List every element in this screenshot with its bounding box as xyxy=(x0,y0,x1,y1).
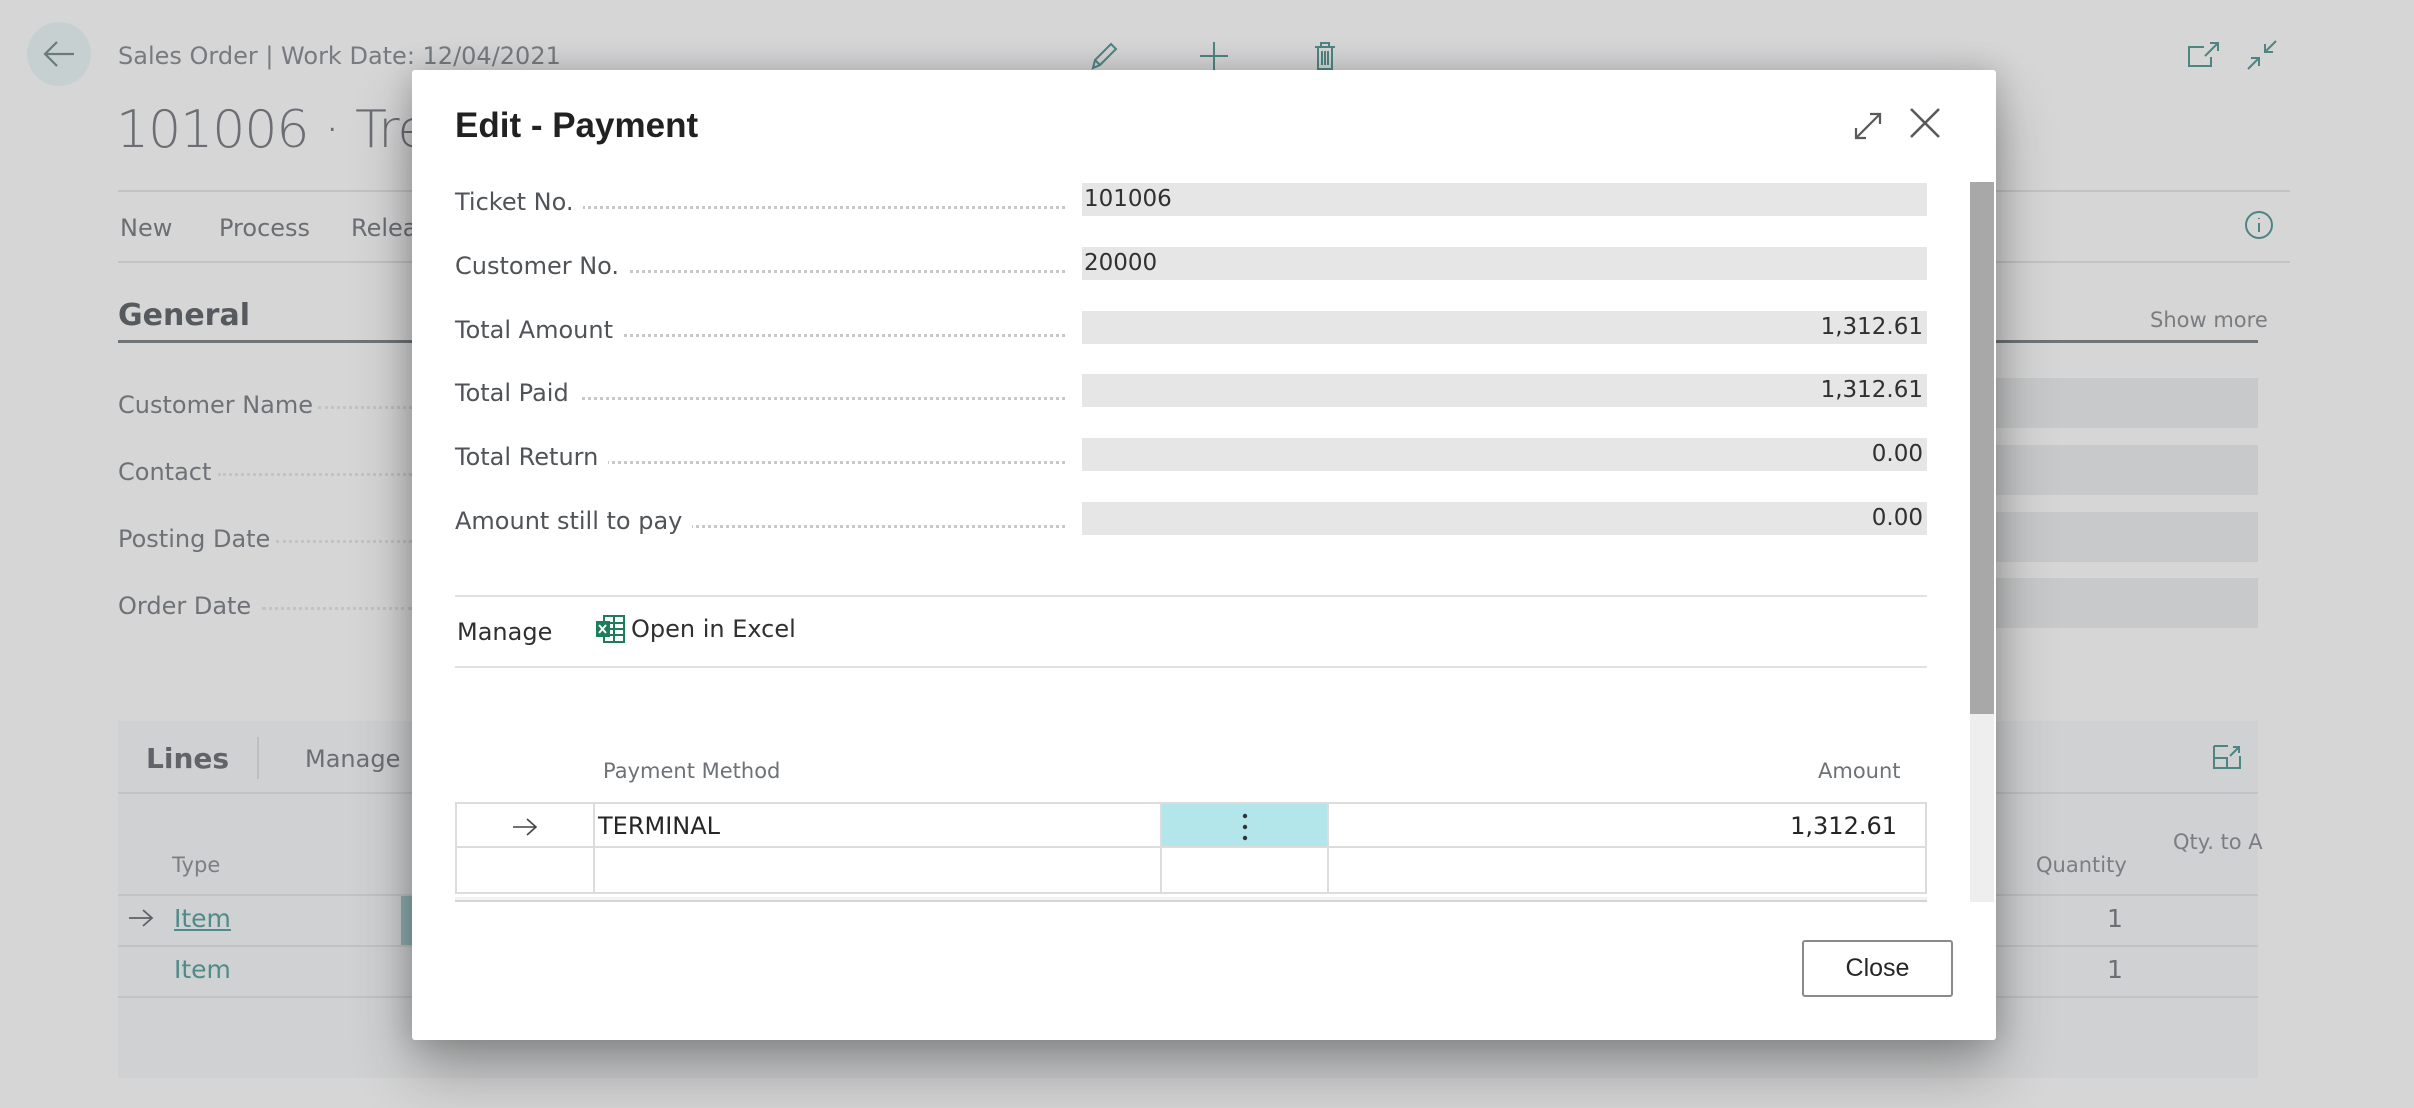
customer-name-input[interactable] xyxy=(1995,378,2258,428)
line-quantity: 1 xyxy=(2107,904,2123,933)
row-selector-arrow-icon xyxy=(128,908,154,932)
payment-method-cell[interactable]: TERMINAL xyxy=(595,804,1162,846)
expand-dialog-icon[interactable] xyxy=(1848,106,1888,146)
payment-lines-grid: TERMINAL 1,312.61 xyxy=(455,802,1927,894)
total-return-value[interactable]: 0.00 xyxy=(1082,438,1927,471)
delete-trash-icon[interactable] xyxy=(1307,38,1343,74)
manage-tab[interactable]: Manage xyxy=(457,618,552,646)
grid-row[interactable] xyxy=(455,848,1927,894)
customer-no-value[interactable]: 20000 xyxy=(1082,247,1927,280)
line-type-link[interactable]: Item xyxy=(174,904,231,933)
column-header-amount[interactable]: Amount xyxy=(1818,759,1901,783)
separator xyxy=(257,737,259,779)
expand-panel-icon[interactable] xyxy=(2212,744,2242,774)
page-caption: Sales Order | Work Date: 12/04/2021 xyxy=(118,42,561,70)
amount-still-to-pay-value[interactable]: 0.00 xyxy=(1082,502,1927,535)
action-release[interactable]: Relea xyxy=(351,214,418,242)
field-label: Ticket No. xyxy=(455,188,584,216)
collapse-icon[interactable] xyxy=(2245,38,2279,76)
leader-dots xyxy=(318,406,412,409)
line-quantity: 1 xyxy=(2107,955,2123,984)
edit-payment-dialog: Edit - Payment Ticket No. 101006 Custome… xyxy=(412,70,1996,1040)
payment-method-cell[interactable] xyxy=(595,848,1162,892)
row-selector[interactable] xyxy=(457,848,595,892)
field-label: Total Amount xyxy=(455,316,623,344)
leader-dots xyxy=(262,607,412,610)
field-ticket-no: Ticket No. 101006 xyxy=(455,183,1927,224)
lines-title[interactable]: Lines xyxy=(146,742,229,775)
back-button[interactable] xyxy=(27,22,91,86)
info-icon[interactable] xyxy=(2244,210,2274,244)
current-row-arrow-icon xyxy=(513,818,538,836)
action-bar-top-divider xyxy=(455,595,1927,597)
grid-footer xyxy=(455,897,1927,902)
contact-input[interactable] xyxy=(1995,445,2258,495)
edit-pencil-icon[interactable] xyxy=(1085,38,1121,74)
row-selector[interactable] xyxy=(457,804,595,846)
field-label-order-date: Order Date xyxy=(118,592,252,620)
open-in-excel-label: Open in Excel xyxy=(631,615,796,643)
amount-cell[interactable] xyxy=(1329,848,1925,892)
action-bar-bottom-divider xyxy=(455,666,1927,668)
field-label: Customer No. xyxy=(455,252,630,280)
field-label: Amount still to pay xyxy=(455,507,693,535)
column-header-type[interactable]: Type xyxy=(172,853,220,877)
field-label-contact: Contact xyxy=(118,458,212,486)
field-total-paid: Total Paid 1,312.61 xyxy=(455,374,1927,415)
close-button[interactable]: Close xyxy=(1802,940,1953,997)
posting-date-input[interactable] xyxy=(1995,512,2258,562)
close-dialog-icon[interactable] xyxy=(1905,103,1945,143)
field-customer-no: Customer No. 20000 xyxy=(455,247,1927,288)
open-in-excel-button[interactable]: Open in Excel xyxy=(595,615,796,643)
add-plus-icon[interactable] xyxy=(1196,38,1232,74)
column-header-payment-method[interactable]: Payment Method xyxy=(603,759,780,783)
field-total-amount: Total Amount 1,312.61 xyxy=(455,311,1927,352)
row-actions-menu[interactable] xyxy=(1162,848,1329,892)
field-total-return: Total Return 0.00 xyxy=(455,438,1927,479)
more-options-vertical-icon xyxy=(1242,813,1247,841)
leader-dots xyxy=(218,473,412,476)
action-new[interactable]: New xyxy=(120,214,172,242)
excel-icon xyxy=(596,615,625,643)
open-new-window-icon[interactable] xyxy=(2186,40,2220,74)
field-amount-still-to-pay: Amount still to pay 0.00 xyxy=(455,502,1927,543)
page-title: 101006 · Trey xyxy=(116,100,459,160)
arrow-left-icon xyxy=(43,41,74,67)
row-actions-menu[interactable] xyxy=(1162,804,1329,846)
field-label: Total Return xyxy=(455,443,609,471)
field-label-posting-date: Posting Date xyxy=(118,525,271,553)
column-header-quantity[interactable]: Quantity xyxy=(2036,853,2127,877)
field-label-customer-name: Customer Name xyxy=(118,391,314,419)
ticket-no-value[interactable]: 101006 xyxy=(1082,183,1927,216)
order-date-input[interactable] xyxy=(1995,578,2258,628)
amount-cell[interactable]: 1,312.61 xyxy=(1329,804,1925,846)
total-paid-value[interactable]: 1,312.61 xyxy=(1082,374,1927,407)
action-process[interactable]: Process xyxy=(219,214,310,242)
grid-row[interactable]: TERMINAL 1,312.61 xyxy=(455,802,1927,848)
general-heading[interactable]: General xyxy=(118,298,250,333)
column-header-qty-to-assemble[interactable]: Qty. to A xyxy=(2173,830,2263,854)
lines-manage-tab[interactable]: Manage xyxy=(305,745,400,773)
line-type-link[interactable]: Item xyxy=(174,955,231,984)
show-more-link[interactable]: Show more xyxy=(2150,308,2268,332)
total-amount-value[interactable]: 1,312.61 xyxy=(1082,311,1927,344)
dialog-title: Edit - Payment xyxy=(455,106,699,145)
field-label: Total Paid xyxy=(455,379,579,407)
leader-dots xyxy=(276,540,412,543)
dialog-scrollbar-thumb[interactable] xyxy=(1970,182,1994,714)
